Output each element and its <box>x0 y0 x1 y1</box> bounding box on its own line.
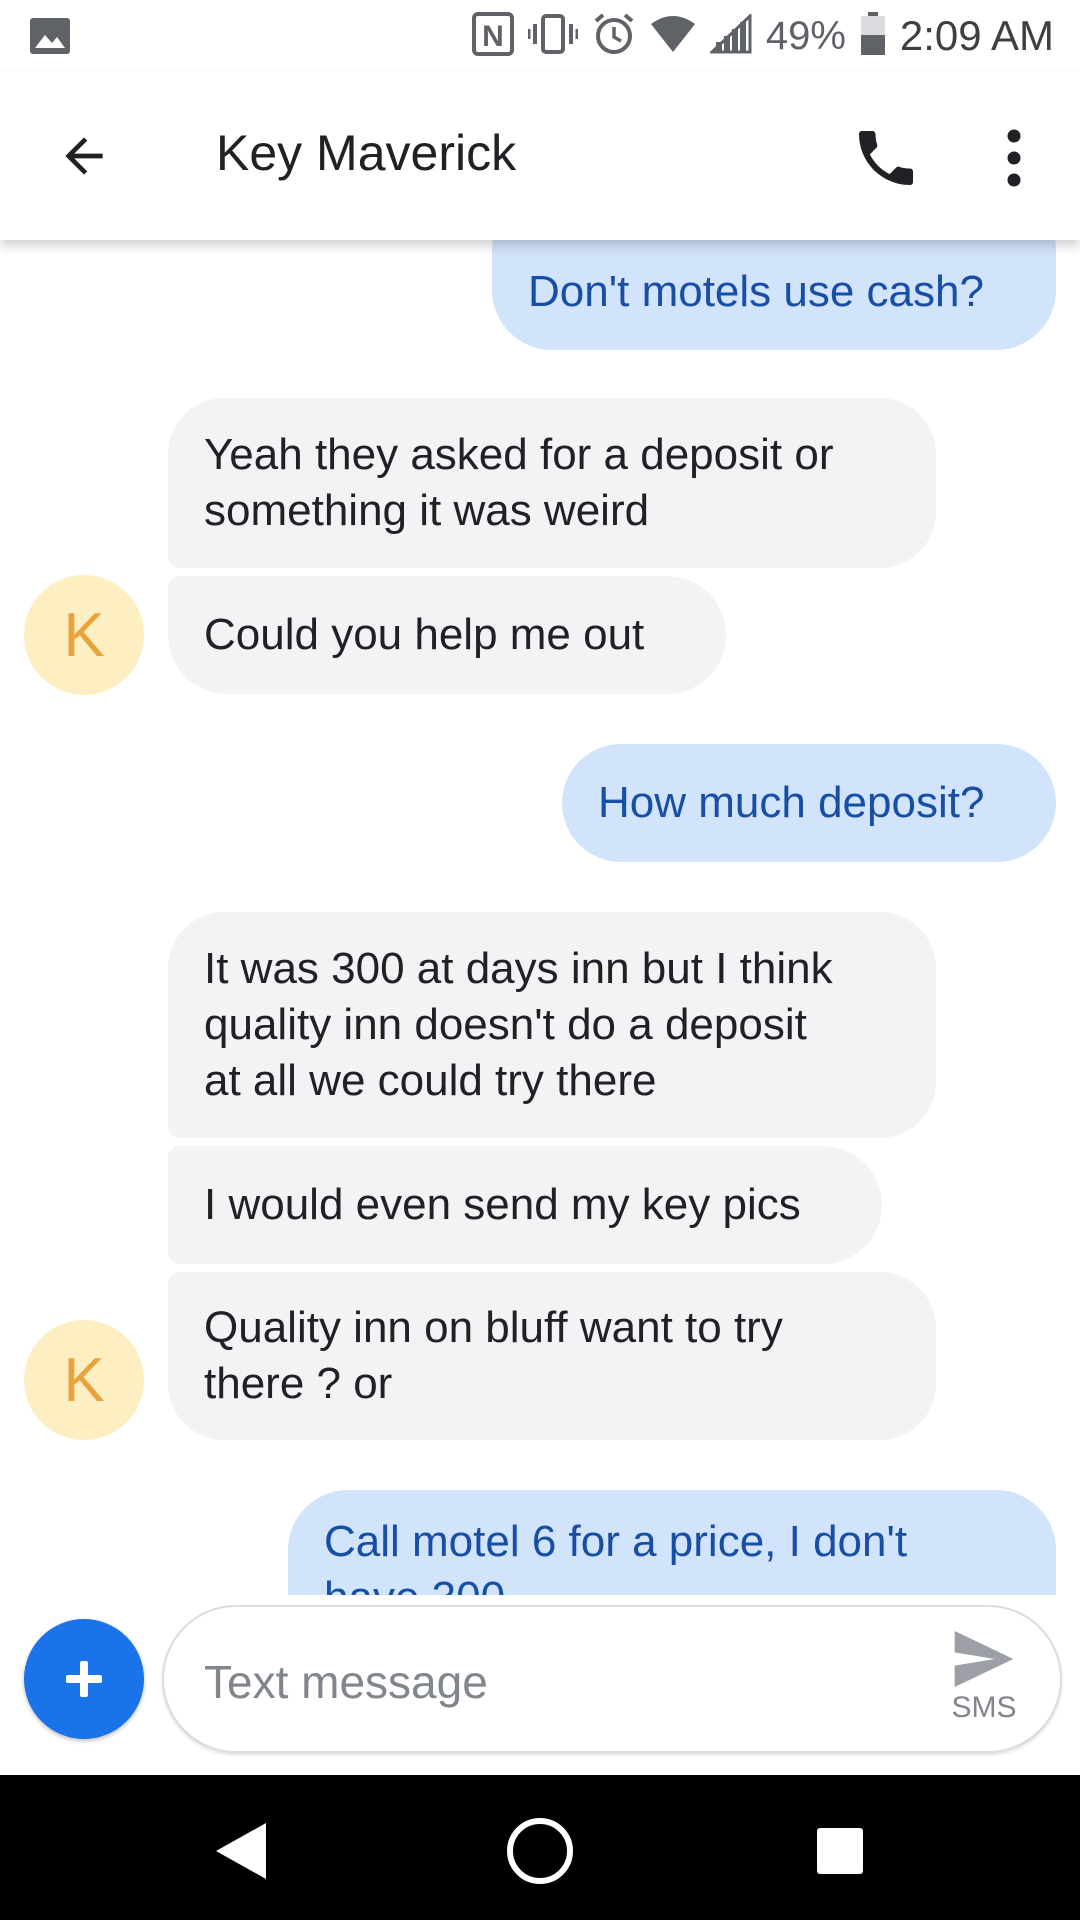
message-list[interactable]: Don't motels use cash? Yeah they asked f… <box>0 240 1080 1595</box>
incoming-message[interactable]: Could you help me out <box>168 576 726 694</box>
incoming-message[interactable]: It was 300 at days inn but I think quali… <box>168 912 936 1138</box>
arrow-left-icon <box>65 137 103 175</box>
message-text: Don't motels use cash? <box>528 267 984 316</box>
phone-icon <box>859 131 913 185</box>
nav-recents-icon <box>817 1828 863 1874</box>
message-text-line: there ? or <box>204 1359 393 1408</box>
back-button[interactable] <box>48 120 120 192</box>
nav-back-icon <box>216 1823 266 1879</box>
status-icons: N 49% 2:09 AM <box>471 11 1054 61</box>
status-bar: N 49% 2:09 AM <box>0 0 1080 72</box>
nav-back-button[interactable] <box>200 1811 280 1891</box>
send-icon <box>954 1631 1014 1687</box>
vibrate-icon <box>527 12 579 61</box>
outgoing-message[interactable]: How much deposit? <box>562 744 1056 862</box>
gallery-notification-icon <box>30 18 70 59</box>
message-text: How much deposit? <box>598 778 985 827</box>
cell-signal-icon <box>708 12 752 59</box>
message-text-line: It was 300 at days inn but I think <box>204 944 833 993</box>
incoming-message[interactable]: Quality inn on bluff want to try there ?… <box>168 1272 936 1440</box>
message-text-line: Yeah they asked for a deposit or <box>204 430 834 479</box>
nav-home-button[interactable] <box>500 1811 580 1891</box>
wifi-icon <box>650 14 696 59</box>
conversation-title: Key Maverick <box>216 125 517 181</box>
incoming-message[interactable]: I would even send my key pics <box>168 1146 882 1264</box>
message-text-line: something it was weird <box>204 486 650 535</box>
message-text-line: Call motel 6 for a price, I don't <box>324 1517 908 1566</box>
add-attachment-button[interactable] <box>24 1619 144 1739</box>
compose-bar: SMS <box>0 1595 1080 1775</box>
message-text: Could you help me out <box>204 610 645 659</box>
plus-icon <box>66 1661 102 1697</box>
incoming-message[interactable]: Yeah they asked for a deposit or somethi… <box>168 398 936 568</box>
battery-percent: 49% <box>765 13 846 58</box>
nav-recents-button[interactable] <box>800 1811 880 1891</box>
message-text-line: Quality inn on bluff want to try <box>204 1303 783 1352</box>
nav-home-icon <box>507 1818 573 1884</box>
outgoing-message[interactable]: Call motel 6 for a price, I don't have 3… <box>288 1490 1056 1595</box>
send-mode-label: SMS <box>951 1691 1017 1724</box>
nfc-icon: N <box>471 11 514 61</box>
system-nav-bar <box>0 1775 1080 1920</box>
outgoing-message[interactable]: Don't motels use cash? <box>492 240 1056 350</box>
more-vert-icon <box>1007 129 1021 187</box>
battery-icon <box>860 11 886 61</box>
call-button[interactable] <box>850 122 922 194</box>
clock: 2:09 AM <box>899 12 1054 59</box>
svg-text:N: N <box>482 20 504 53</box>
send-sms-button[interactable]: SMS <box>934 1631 1034 1741</box>
alarm-icon <box>592 12 636 61</box>
message-text: I would even send my key pics <box>204 1180 801 1229</box>
app-bar: Key Maverick <box>0 72 1080 240</box>
more-options-button[interactable] <box>990 122 1038 194</box>
contact-avatar[interactable]: K <box>24 575 144 695</box>
message-text-line: quality inn doesn't do a deposit <box>204 1000 807 1049</box>
message-text-line: at all we could try there <box>204 1056 657 1105</box>
message-input[interactable] <box>204 1647 904 1717</box>
message-text-line: have 300 <box>324 1570 505 1595</box>
message-input-container: SMS <box>162 1605 1062 1753</box>
contact-avatar[interactable]: K <box>24 1320 144 1440</box>
